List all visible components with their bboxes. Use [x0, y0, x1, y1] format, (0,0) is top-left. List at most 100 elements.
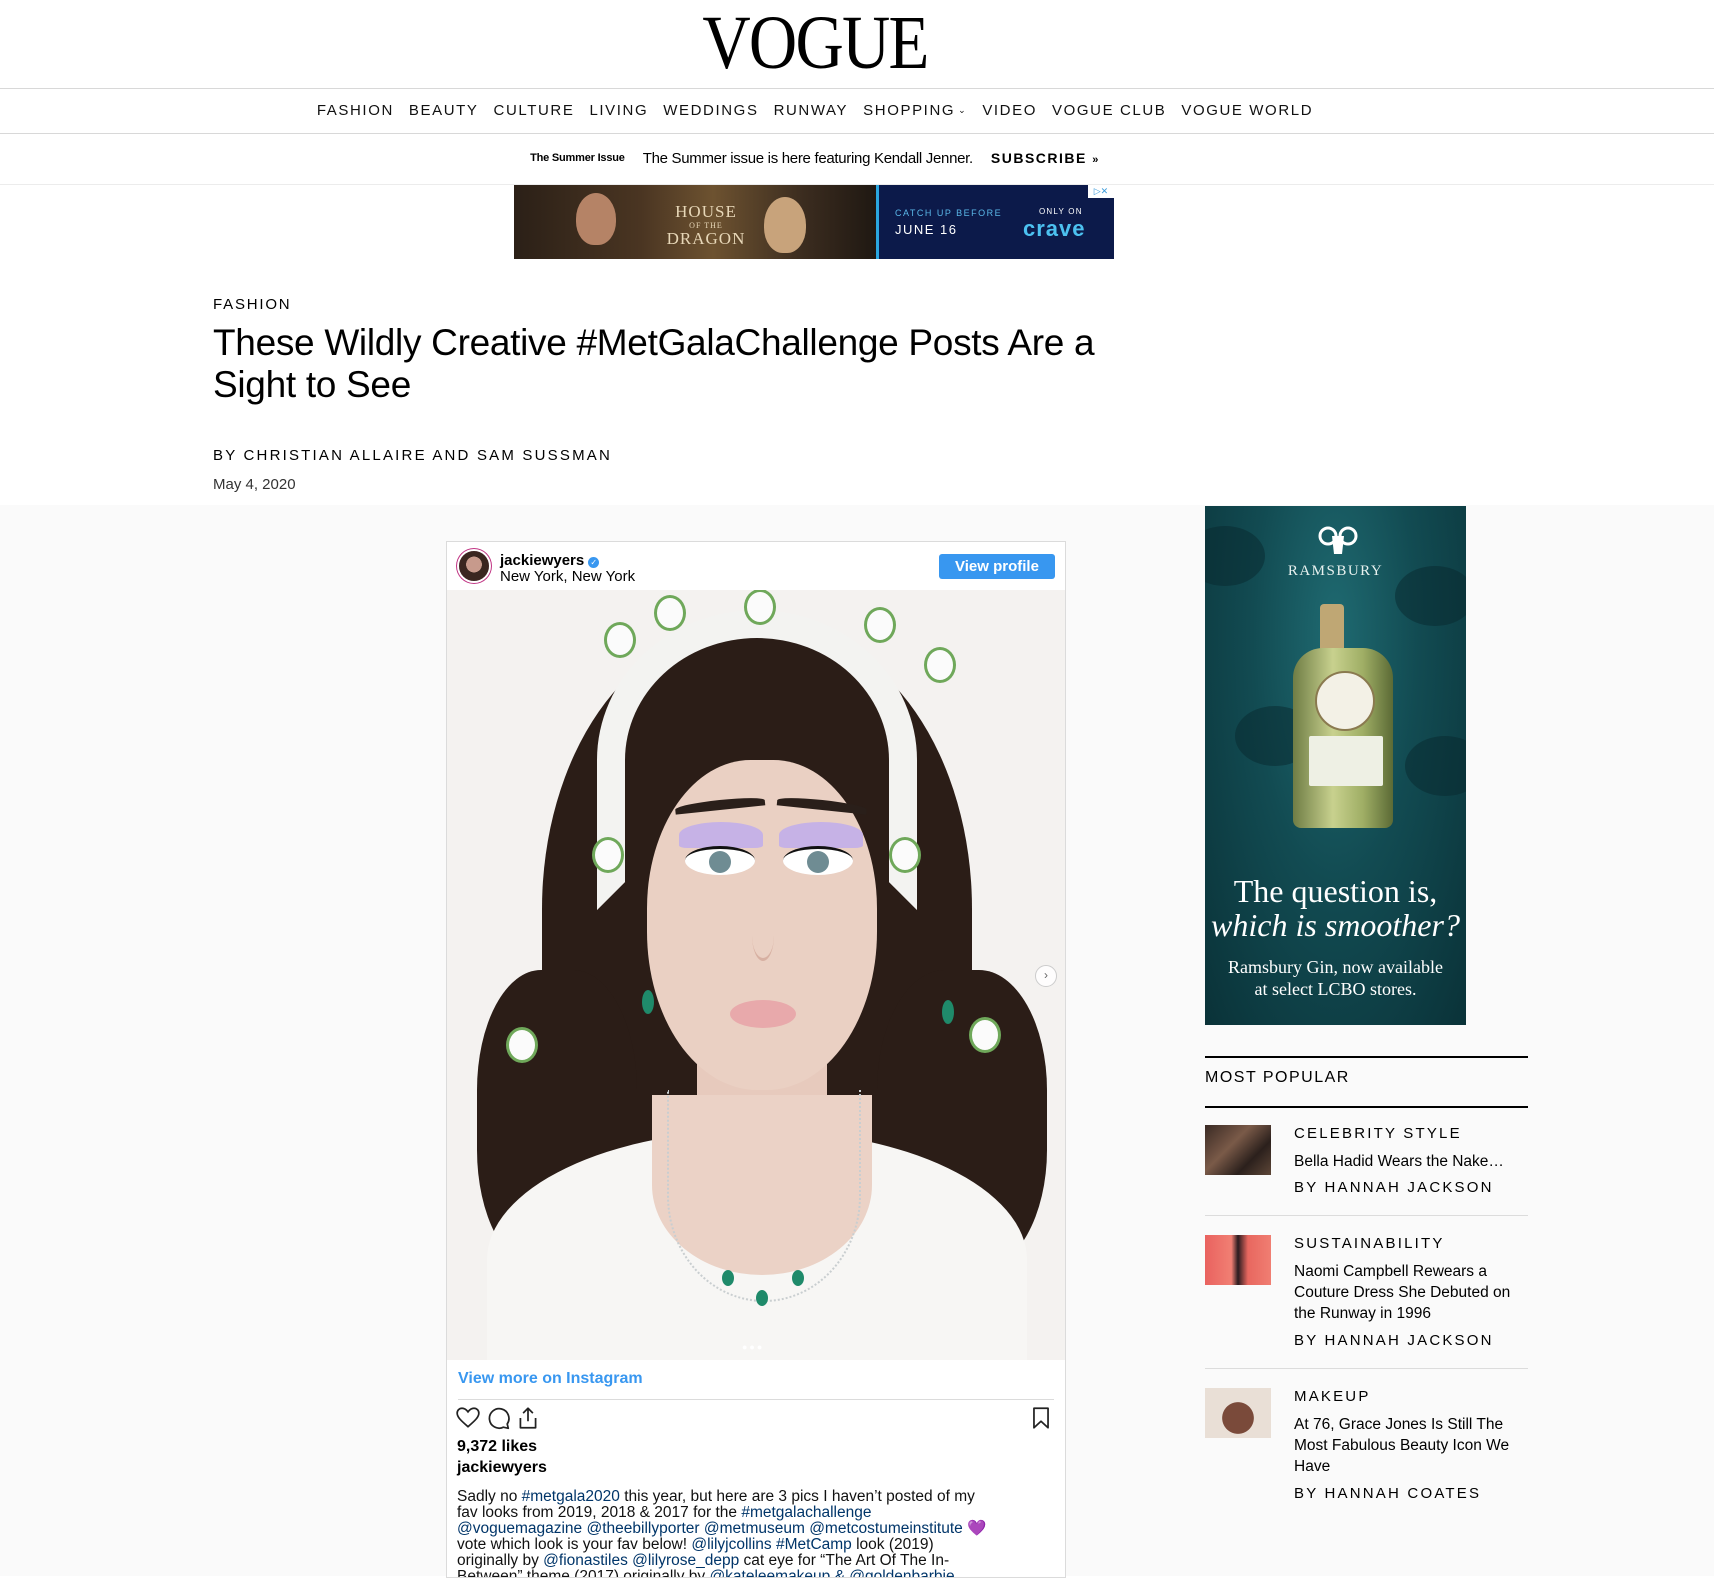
most-popular-top-rule [1205, 1056, 1528, 1058]
instagram-embed: jackiewyers ✓ New York, New York View pro… [446, 541, 1066, 1578]
caption-author[interactable]: jackiewyers [457, 1459, 547, 1477]
main-nav: FASHION BEAUTY CULTURE LIVING WEDDINGS R… [0, 90, 1630, 130]
nav-item-video[interactable]: VIDEO [982, 102, 1037, 119]
ad-character-right [764, 197, 806, 253]
hashtag-link[interactable]: #metgalachallenge [741, 1504, 871, 1521]
ad-date: JUNE 16 [895, 222, 958, 237]
caption-line: @voguemagazine @theebillyporter @metmuse… [457, 1521, 1047, 1537]
flower-decoration [867, 610, 893, 640]
most-popular-title: MOST POPULAR [1205, 1069, 1350, 1086]
list-divider [1205, 1368, 1528, 1369]
article-thumbnail[interactable] [1205, 1388, 1271, 1438]
carousel-dots: ●●● [742, 1342, 765, 1352]
article-title[interactable]: Naomi Campbell Rewears a Couture Dress S… [1294, 1261, 1528, 1324]
nav-item-runway[interactable]: RUNWAY [774, 102, 849, 119]
mention-links[interactable]: @fionastiles @lilyrose_depp [543, 1552, 739, 1569]
ad-subtext-line2: at select LCBO stores. [1254, 979, 1417, 999]
photo-necklace [667, 1090, 861, 1302]
article-thumbnail[interactable] [1205, 1125, 1271, 1175]
article-category[interactable]: CELEBRITY STYLE [1294, 1125, 1462, 1142]
verified-badge-icon: ✓ [588, 557, 600, 568]
article-author[interactable]: BY HANNAH COATES [1294, 1485, 1481, 1502]
ad-character-left [576, 193, 616, 245]
nav-item-living[interactable]: LIVING [589, 102, 648, 119]
nav-item-beauty[interactable]: BEAUTY [409, 102, 479, 119]
flower-decoration [747, 592, 773, 622]
article-category[interactable]: MAKEUP [1294, 1388, 1371, 1405]
ad-catch-line: CATCH UP BEFORE [895, 208, 1003, 218]
vogue-logo[interactable]: VOGUE [98, 2, 1532, 84]
caption-text: originally by [457, 1552, 544, 1569]
article-thumbnail[interactable] [1205, 1235, 1271, 1285]
comment-icon[interactable] [485, 1405, 511, 1431]
gin-bottle-label [1309, 736, 1383, 786]
caption-text: this year, but here are 3 pics I haven’t… [619, 1488, 975, 1505]
most-popular-item[interactable]: MAKEUP At 76, Grace Jones Is Still The M… [1205, 1388, 1528, 1518]
photo-nose [752, 910, 774, 961]
ad-only-on: ONLY ON [1039, 207, 1083, 216]
hashtag-link[interactable]: #metgala2020 [522, 1488, 620, 1505]
ram-logo-icon [1318, 526, 1358, 554]
instagram-photo[interactable]: › ●●● [447, 590, 1065, 1360]
side-ad-ramsbury[interactable]: RAMSBURY The question is, which is smoot… [1205, 506, 1466, 1025]
photo-eyeshadow-left [679, 822, 763, 848]
instagram-location[interactable]: New York, New York [500, 568, 635, 585]
nav-item-vogue-world[interactable]: VOGUE WORLD [1181, 102, 1313, 119]
nav-item-weddings[interactable]: WEDDINGS [663, 102, 758, 119]
article-headline: These Wildly Creative #MetGalaChallenge … [213, 322, 1095, 405]
article-category[interactable]: SUSTAINABILITY [1294, 1235, 1445, 1252]
flower-decoration [892, 840, 918, 870]
photo-headband [597, 610, 917, 910]
photo-earring [942, 1000, 954, 1024]
ad-title-line3: DRAGON [666, 229, 746, 248]
chevron-right-icon[interactable]: › [1035, 965, 1057, 987]
flower-decoration [972, 1020, 998, 1050]
nav-item-shopping-label: SHOPPING [863, 101, 956, 119]
mention-links[interactable]: @lilyjcollins #MetCamp [691, 1536, 851, 1553]
nav-item-shopping[interactable]: SHOPPING ⌄ [863, 102, 967, 119]
mention-links[interactable]: @voguemagazine @theebillyporter @metmuse… [457, 1520, 963, 1537]
photo-gem [756, 1290, 768, 1306]
most-popular-item[interactable]: SUSTAINABILITY Naomi Campbell Rewears a … [1205, 1235, 1528, 1365]
nav-item-culture[interactable]: CULTURE [494, 102, 575, 119]
article-author[interactable]: BY HANNAH JACKSON [1294, 1179, 1494, 1196]
bookmark-icon[interactable] [1028, 1405, 1054, 1431]
nav-item-vogue-club[interactable]: VOGUE CLUB [1052, 102, 1166, 119]
instagram-header: jackiewyers ✓ New York, New York View pro… [447, 542, 1065, 590]
view-profile-button[interactable]: View profile [939, 554, 1055, 579]
article-title[interactable]: Bella Hadid Wears the Nake… [1294, 1151, 1528, 1172]
photo-gem [722, 1270, 734, 1286]
mention-links[interactable]: @kateleemakeup & @goldenbarbie [709, 1568, 954, 1578]
flower-decoration [927, 650, 953, 680]
article-byline[interactable]: BY CHRISTIAN ALLAIRE AND SAM SUSSMAN [213, 447, 612, 464]
adchoices-icon[interactable]: ▷✕ [1088, 185, 1114, 198]
photo-eyeshadow-right [779, 822, 863, 848]
most-popular-title-rule [1205, 1106, 1528, 1108]
gin-bottle-seal [1315, 671, 1375, 731]
instagram-username[interactable]: jackiewyers ✓ [500, 552, 600, 569]
article-title[interactable]: At 76, Grace Jones Is Still The Most Fab… [1294, 1414, 1528, 1477]
ad-show-artwork: HOUSE OF THE DRAGON [514, 185, 876, 259]
caption-line: Sadly no #metgala2020 this year, but her… [457, 1489, 1047, 1505]
heart-icon[interactable] [455, 1405, 481, 1431]
view-more-on-instagram-link[interactable]: View more on Instagram [458, 1370, 643, 1388]
ad-subtext: Ramsbury Gin, now available at select LC… [1205, 956, 1466, 1000]
photo-lips [730, 1000, 796, 1028]
caption-line: vote which look is your fav below! @lily… [457, 1537, 1047, 1553]
share-icon[interactable] [515, 1405, 541, 1431]
likes-count[interactable]: 9,372 likes [457, 1438, 537, 1456]
flower-decoration [657, 598, 683, 628]
caption-line: fav looks from 2019, 2018 & 2017 for the… [457, 1505, 1047, 1521]
photo-gem [792, 1270, 804, 1286]
article-author[interactable]: BY HANNAH JACKSON [1294, 1332, 1494, 1349]
header-divider [0, 88, 1714, 89]
article-kicker[interactable]: FASHION [213, 296, 291, 313]
most-popular-item[interactable]: CELEBRITY STYLE Bella Hadid Wears the Na… [1205, 1125, 1528, 1221]
nav-item-fashion[interactable]: FASHION [317, 102, 394, 119]
ad-title-line1: HOUSE [675, 202, 737, 221]
avatar[interactable] [459, 551, 489, 581]
ad-cta-panel: CATCH UP BEFORE JUNE 16 ONLY ON crave [876, 185, 1114, 259]
top-banner-ad[interactable]: HOUSE OF THE DRAGON CATCH UP BEFORE JUNE… [514, 185, 1114, 259]
subscribe-link[interactable]: SUBSCRIBE » [991, 150, 1100, 166]
subscribe-promo: The Summer Issue The Summer issue is her… [0, 140, 1630, 176]
